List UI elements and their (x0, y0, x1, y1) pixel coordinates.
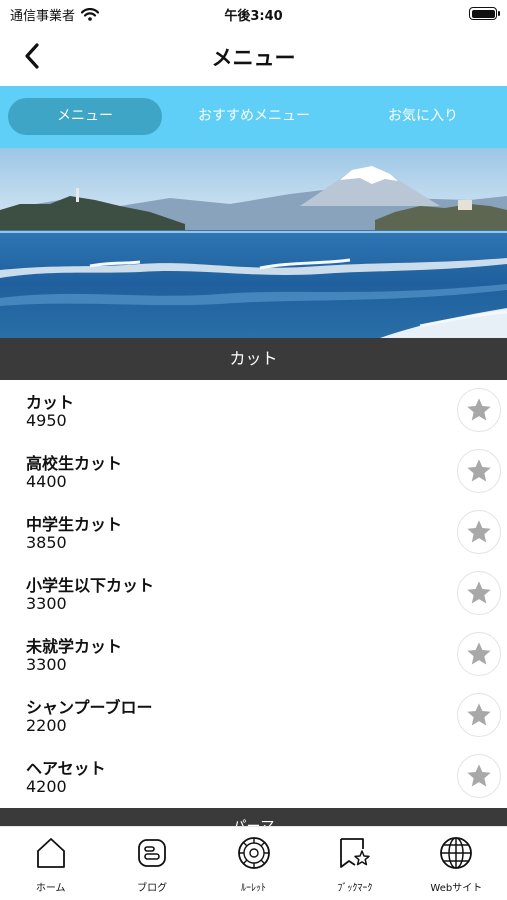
item-name: ヘアセット (26, 759, 106, 778)
tab-favorites[interactable]: お気に入り (346, 98, 500, 135)
home-icon (36, 838, 65, 868)
blog-icon (138, 839, 167, 867)
list-item[interactable]: ヘアセット 4200 (0, 746, 507, 807)
nav-header: メニュー (0, 28, 507, 86)
next-section-header: パーマ (0, 808, 507, 826)
status-bar: 通信事業者 午後3:40 (0, 0, 507, 28)
star-icon (467, 703, 491, 726)
star-icon (467, 459, 491, 482)
bottom-tab-website[interactable]: Webサイト (406, 827, 507, 900)
bookmark-icon (340, 838, 370, 868)
bottom-tab-bar: ホーム ブログ ﾙｰﾚｯﾄ ﾌﾞｯｸﾏｰｸ Webサイト (0, 826, 507, 900)
section-header: カット (0, 338, 507, 380)
item-price: 4400 (26, 472, 67, 491)
roulette-icon (237, 837, 270, 869)
hero-image (0, 148, 507, 338)
favorite-button[interactable] (457, 754, 501, 798)
status-time: 午後3:40 (224, 9, 283, 24)
list-item[interactable]: 中学生カット 3850 (0, 502, 507, 563)
item-name: 高校生カット (26, 454, 123, 473)
item-name: カット (26, 393, 75, 412)
battery-icon (469, 7, 500, 20)
globe-icon (440, 837, 473, 869)
list-item[interactable]: 未就学カット 3300 (0, 624, 507, 685)
menu-list: カット 4950 高校生カット 4400 中学生カット 3850 小学生以下カッ… (0, 380, 507, 808)
favorite-button[interactable] (457, 632, 501, 676)
list-item[interactable]: カット 4950 (0, 380, 507, 441)
favorite-button[interactable] (457, 571, 501, 615)
tab-menu[interactable]: メニュー (8, 98, 162, 135)
bottom-tab-blog[interactable]: ブログ (101, 827, 202, 900)
bottom-tab-bookmark[interactable]: ﾌﾞｯｸﾏｰｸ (304, 827, 405, 900)
list-item[interactable]: 小学生以下カット 3300 (0, 563, 507, 624)
star-icon (467, 398, 491, 421)
favorite-button[interactable] (457, 510, 501, 554)
item-name: 小学生以下カット (26, 576, 155, 595)
star-icon (467, 642, 491, 665)
list-item[interactable]: シャンプーブロー 2200 (0, 685, 507, 746)
tab-recommended-menu[interactable]: おすすめメニュー (176, 98, 332, 135)
bottom-tab-home[interactable]: ホーム (0, 827, 101, 900)
bottom-tab-label: ﾙｰﾚｯﾄ (241, 883, 267, 894)
item-name: 未就学カット (26, 637, 123, 656)
item-price: 4950 (26, 411, 67, 430)
favorite-button[interactable] (457, 693, 501, 737)
list-item[interactable]: 高校生カット 4400 (0, 441, 507, 502)
star-icon (467, 520, 491, 543)
item-name: シャンプーブロー (26, 698, 153, 717)
item-price: 3300 (26, 594, 67, 613)
bottom-tab-label: ﾌﾞｯｸﾏｰｸ (337, 883, 373, 894)
mount-fuji-seaside-photo (0, 148, 507, 338)
bottom-tab-label: ホーム (35, 883, 66, 894)
page-title: メニュー (211, 46, 296, 70)
item-price: 3300 (26, 655, 67, 674)
item-price: 4200 (26, 777, 67, 796)
bottom-tab-label: Webサイト (430, 883, 483, 894)
tab-bar: メニュー おすすめメニュー お気に入り (0, 86, 507, 148)
item-price: 3850 (26, 533, 67, 552)
bottom-tab-roulette[interactable]: ﾙｰﾚｯﾄ (203, 827, 304, 900)
item-name: 中学生カット (26, 515, 123, 534)
item-price: 2200 (26, 716, 67, 735)
star-icon (467, 581, 491, 604)
star-icon (467, 764, 491, 787)
bottom-tab-label: ブログ (137, 883, 168, 894)
favorite-button[interactable] (457, 449, 501, 493)
favorite-button[interactable] (457, 388, 501, 432)
